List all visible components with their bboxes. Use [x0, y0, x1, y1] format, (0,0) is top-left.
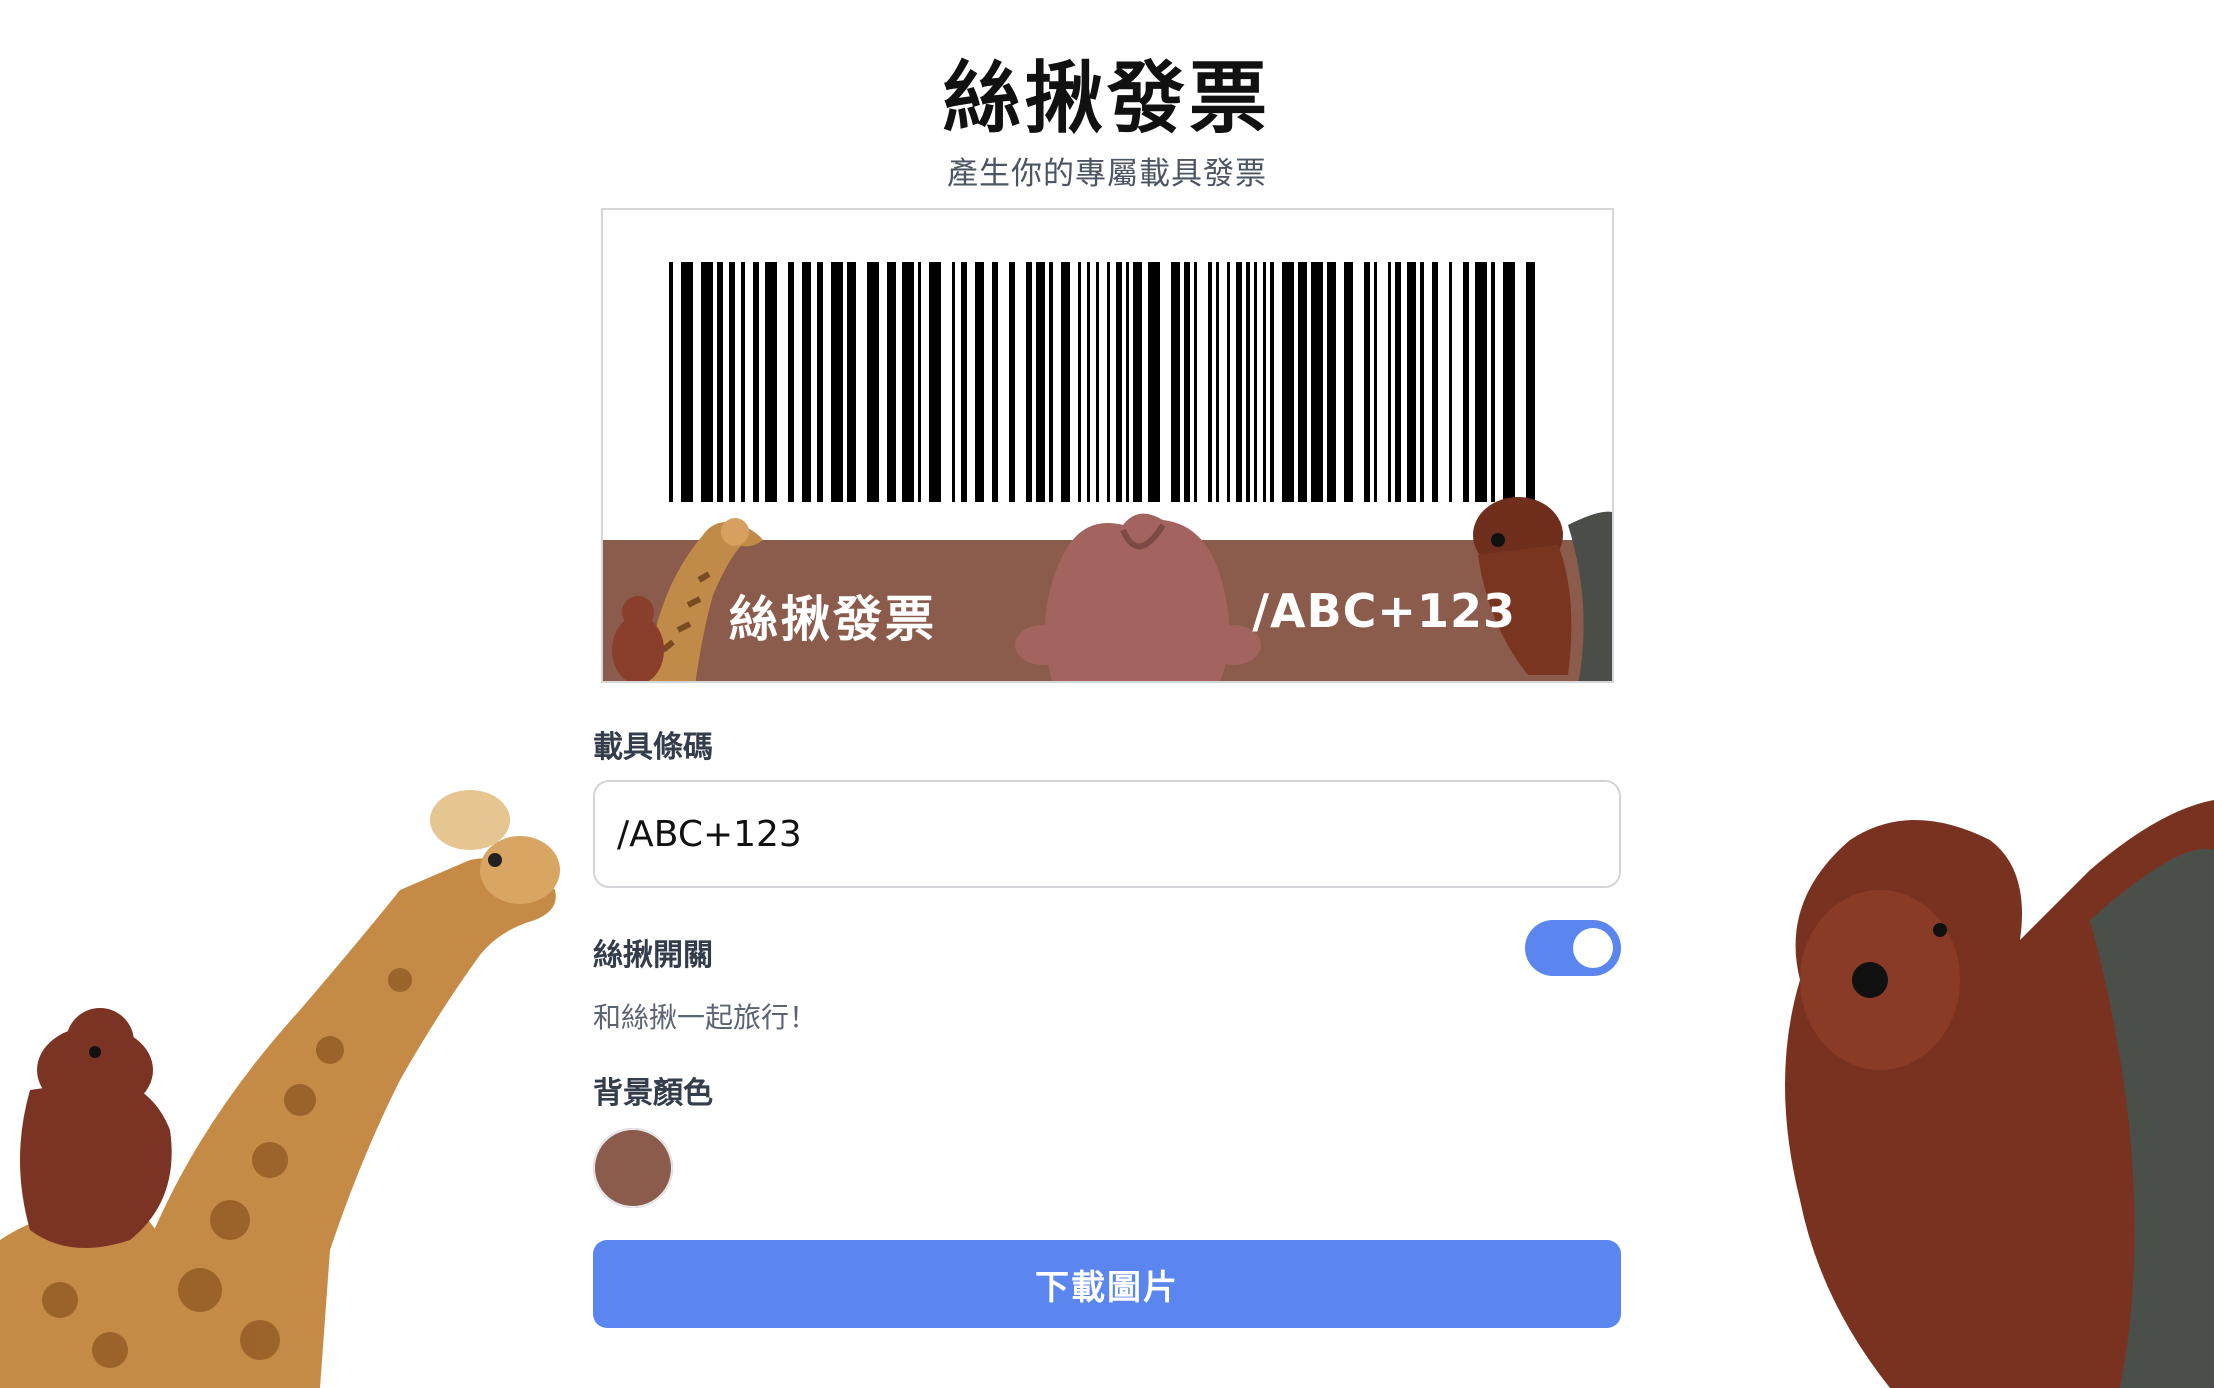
barcode-bar [1096, 262, 1099, 502]
barcode-bar [1449, 262, 1452, 502]
barcode-bar [1327, 262, 1336, 502]
barcode-bar [1116, 262, 1122, 502]
barcode-bar [788, 262, 794, 502]
barcode-bar [831, 262, 843, 502]
barcode-bar [817, 262, 823, 502]
barcode-bar [1194, 262, 1197, 502]
barcode-bar [1208, 262, 1212, 502]
barcode-bar [1227, 262, 1230, 502]
color-label: 背景顏色 [593, 1076, 713, 1111]
barcode-bar [729, 262, 735, 502]
page-title: 絲揪發票 [942, 54, 1271, 144]
background-color-swatch[interactable] [593, 1128, 673, 1208]
companion-toggle[interactable] [1525, 920, 1621, 976]
barcode-bar [1282, 262, 1294, 502]
barcode-bar [741, 262, 745, 502]
barcode-bar [1395, 262, 1401, 502]
barcode-bar [952, 262, 955, 502]
barcode-graphic [669, 262, 1535, 502]
barcode-bar [1026, 262, 1032, 502]
barcode-bar [902, 262, 914, 502]
barcode-bar [1503, 262, 1515, 502]
barcode-label: 載具條碼 [593, 730, 713, 765]
barcode-bar [1184, 262, 1190, 502]
barcode-bar [1374, 262, 1377, 502]
barcode-bar [802, 262, 811, 502]
barcode-bar [1216, 262, 1219, 502]
invoice-preview: 絲揪發票 /ABC+123 [601, 208, 1614, 683]
barcode-bar [1388, 262, 1391, 502]
barcode-bar [765, 262, 777, 502]
barcode-bar [1475, 262, 1487, 502]
barcode-bar [992, 262, 998, 502]
barcode-bar [1463, 262, 1469, 502]
barcode-bar [1049, 262, 1053, 502]
barcode-bar [961, 262, 967, 502]
barcode-bar [1298, 262, 1307, 502]
barcode-bar [975, 262, 984, 502]
barcode-bar [1344, 262, 1353, 502]
barcode-input[interactable] [593, 780, 1621, 888]
barcode-bar [1526, 262, 1535, 502]
preview-barcode-text: /ABC+123 [1252, 584, 1516, 638]
barcode-bar [1364, 262, 1370, 502]
barcode-bar [1078, 262, 1081, 502]
barcode-bar [1036, 262, 1045, 502]
barcode-bar [1311, 262, 1323, 502]
toggle-hint: 和絲揪一起旅行！ [593, 1001, 818, 1034]
preview-band-title: 絲揪發票 [729, 591, 938, 648]
bear-plush-backpack-icon [1785, 800, 2214, 1388]
barcode-bar [1263, 262, 1266, 502]
barcode-bar [1009, 262, 1015, 502]
barcode-bar [669, 262, 673, 502]
barcode-bar [1254, 262, 1257, 502]
barcode-bar [1171, 262, 1180, 502]
toggle-label: 絲揪開關 [593, 938, 713, 973]
barcode-bar [1491, 262, 1495, 502]
barcode-bar [1133, 262, 1142, 502]
barcode-bar [1107, 262, 1110, 502]
toggle-knob [1573, 928, 1613, 968]
download-button[interactable]: 下載圖片 [593, 1240, 1621, 1328]
barcode-bar [1270, 262, 1274, 502]
barcode-bar [918, 262, 921, 502]
barcode-bar [1126, 262, 1129, 502]
barcode-bar [1061, 262, 1070, 502]
barcode-bar [1407, 262, 1416, 502]
barcode-bar [753, 262, 759, 502]
barcode-bar [1246, 262, 1250, 502]
barcode-bar [1148, 262, 1160, 502]
barcode-bar [887, 262, 896, 502]
giraffe-plush-icon [0, 790, 560, 1388]
barcode-bar [681, 262, 693, 502]
barcode-bar [867, 262, 879, 502]
bear-sticker-icon [1015, 513, 1261, 681]
barcode-bar [717, 262, 723, 502]
barcode-bar [1236, 262, 1242, 502]
barcode-bar [929, 262, 941, 502]
page-subtitle: 產生你的專屬載具發票 [947, 156, 1267, 192]
barcode-bar [701, 262, 713, 502]
barcode-bar [1087, 262, 1090, 502]
barcode-bar [1420, 262, 1424, 502]
barcode-bar [847, 262, 856, 502]
barcode-bar [1432, 262, 1438, 502]
